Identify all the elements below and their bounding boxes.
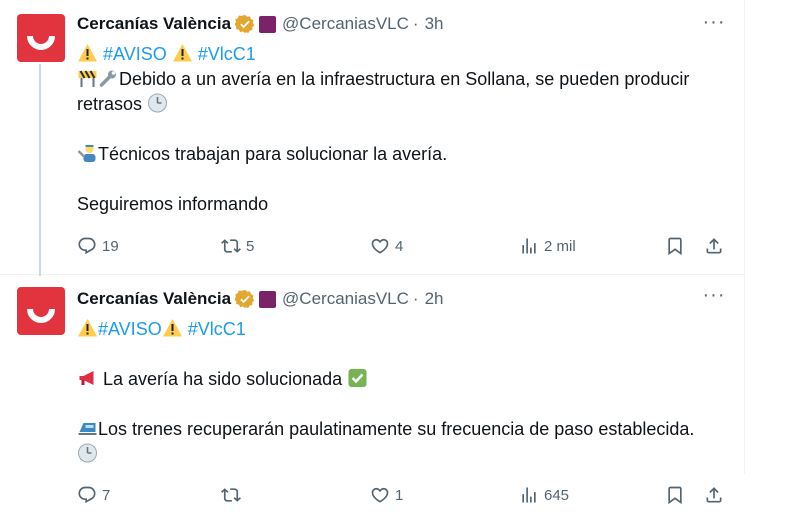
reply-button[interactable]: 19	[77, 235, 119, 257]
repost-icon	[221, 488, 241, 502]
tweet[interactable]: Cercanías València @CercaniasVLC · 3h ··…	[0, 0, 744, 276]
avatar-logo-icon	[27, 35, 55, 50]
share-button[interactable]	[704, 235, 724, 257]
repost-button[interactable]	[221, 484, 246, 506]
clock-emoji	[148, 93, 168, 113]
more-icon[interactable]: ···	[702, 12, 726, 38]
train-emoji	[78, 423, 97, 435]
tweet-line-1: La avería ha sido solucionada	[103, 369, 343, 389]
tweet-header: Cercanías València @CercaniasVLC · 2h	[77, 288, 444, 310]
warning-emoji	[162, 319, 182, 337]
tweet-line-1: Debido a un avería en la infraestructura…	[77, 69, 690, 114]
hashtag-line[interactable]: #VlcC1	[188, 319, 246, 339]
affiliate-badge-icon[interactable]	[259, 15, 277, 33]
repost-icon	[221, 239, 241, 253]
reply-count: 7	[102, 486, 111, 504]
avatar[interactable]	[17, 14, 65, 62]
separator: ·	[412, 14, 419, 33]
view-count: 2 mil	[544, 237, 576, 255]
bookmark-icon	[668, 237, 682, 256]
clock-emoji	[78, 443, 97, 463]
repost-button[interactable]: 5	[221, 235, 254, 257]
reply-button[interactable]: 7	[77, 484, 110, 506]
reply-count: 19	[102, 237, 119, 255]
hashtag-aviso[interactable]: #AVISO	[98, 319, 162, 339]
like-icon	[371, 487, 389, 503]
tweet-text: #AVISO #VlcC1 Debido a un avería en la i…	[77, 42, 717, 217]
bookmark-icon	[668, 486, 682, 505]
share-icon	[706, 487, 722, 503]
tweet[interactable]: Cercanías València @CercaniasVLC · 2h ··…	[0, 275, 744, 518]
timeline-border	[744, 0, 745, 474]
like-button[interactable]: 1	[370, 484, 403, 506]
tweet-header: Cercanías València @CercaniasVLC · 3h	[77, 13, 444, 35]
bookmark-button[interactable]	[665, 235, 685, 257]
reply-icon	[78, 486, 96, 504]
timestamp[interactable]: 3h	[425, 14, 444, 34]
thread-line	[39, 64, 41, 276]
account-name[interactable]: Cercanías València	[77, 14, 231, 34]
warning-emoji	[78, 44, 97, 62]
views-icon	[522, 238, 536, 254]
verified-badge-icon[interactable]	[235, 14, 255, 34]
tweet-actions: 19 5 4 2 mil	[77, 235, 737, 257]
like-button[interactable]: 4	[370, 235, 403, 257]
like-icon	[371, 238, 389, 254]
like-count: 1	[395, 486, 404, 504]
hashtag-aviso[interactable]: #AVISO	[103, 44, 167, 64]
share-icon	[706, 238, 722, 254]
like-count: 4	[395, 237, 404, 255]
construction-emoji	[78, 70, 97, 87]
timestamp[interactable]: 2h	[425, 289, 444, 309]
more-icon[interactable]: ···	[702, 285, 726, 311]
avatar-logo-icon	[27, 308, 55, 323]
megaphone-emoji	[79, 371, 94, 385]
account-name[interactable]: Cercanías València	[77, 289, 231, 309]
repost-count: 5	[246, 237, 255, 255]
tweet-text: #AVISO #VlcC1 La avería ha sido solucion…	[77, 317, 717, 467]
warning-emoji	[172, 44, 192, 62]
mechanic-emoji	[77, 145, 96, 162]
account-handle[interactable]: @CercaniasVLC	[282, 14, 409, 34]
tweet-line-2: Técnicos trabajan para solucionar la ave…	[98, 144, 448, 164]
affiliate-badge-icon[interactable]	[259, 290, 277, 308]
share-button[interactable]	[704, 484, 724, 506]
tweet-actions: 7 1 645	[77, 484, 737, 506]
view-count: 645	[544, 486, 570, 504]
views-icon	[522, 487, 536, 503]
tweet-line-3: Seguiremos informando	[77, 194, 269, 214]
verified-badge-icon[interactable]	[235, 289, 255, 309]
wrench-emoji	[99, 70, 116, 87]
views-button[interactable]: 645	[519, 484, 569, 506]
reply-icon	[78, 237, 96, 255]
avatar[interactable]	[17, 287, 65, 335]
views-button[interactable]: 2 mil	[519, 235, 576, 257]
tweet-line-2: Los trenes recuperarán paulatinamente su…	[98, 419, 695, 439]
separator: ·	[412, 289, 419, 308]
hashtag-line[interactable]: #VlcC1	[198, 44, 256, 64]
warning-emoji	[78, 319, 97, 337]
bookmark-button[interactable]	[665, 484, 685, 506]
check-emoji	[348, 369, 367, 387]
account-handle[interactable]: @CercaniasVLC	[282, 289, 409, 309]
